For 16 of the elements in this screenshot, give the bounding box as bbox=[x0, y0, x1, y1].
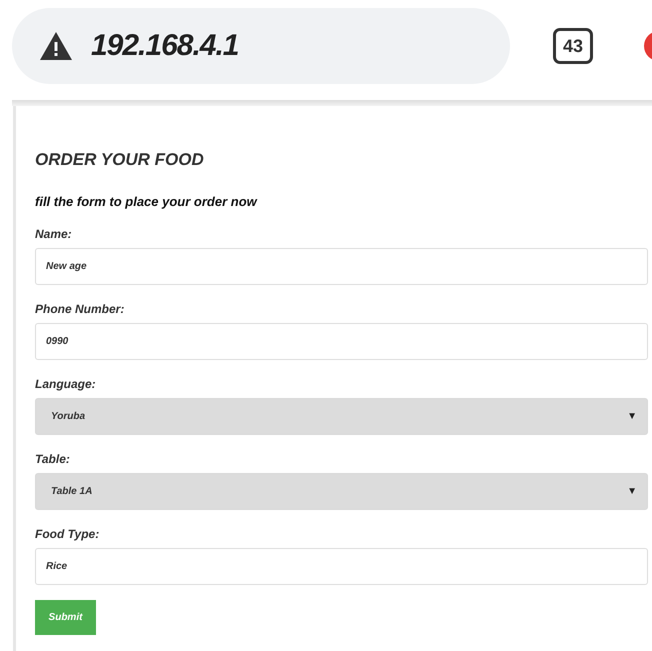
input-field[interactable]: Rice bbox=[35, 548, 648, 585]
form-title: ORDER YOUR FOOD bbox=[35, 150, 205, 170]
select-field[interactable]: Table 1A ▼ bbox=[35, 473, 648, 510]
url-text: 192.168.4.1 bbox=[91, 29, 238, 63]
field-label: Language: bbox=[35, 377, 97, 391]
warning-icon bbox=[39, 31, 73, 61]
input-field[interactable]: New age bbox=[35, 248, 648, 285]
tab-count-button[interactable]: 43 bbox=[553, 28, 593, 64]
input-field[interactable]: 0990 bbox=[35, 323, 648, 360]
select-field[interactable]: Yoruba ▼ bbox=[35, 398, 648, 435]
field-label: Table: bbox=[35, 452, 71, 466]
address-bar[interactable]: 192.168.4.1 bbox=[12, 8, 510, 84]
field-label: Phone Number: bbox=[35, 302, 126, 316]
field-label: Food Type: bbox=[35, 527, 100, 541]
form-subtitle: fill the form to place your order now bbox=[35, 194, 258, 209]
field-label: Name: bbox=[35, 227, 73, 241]
